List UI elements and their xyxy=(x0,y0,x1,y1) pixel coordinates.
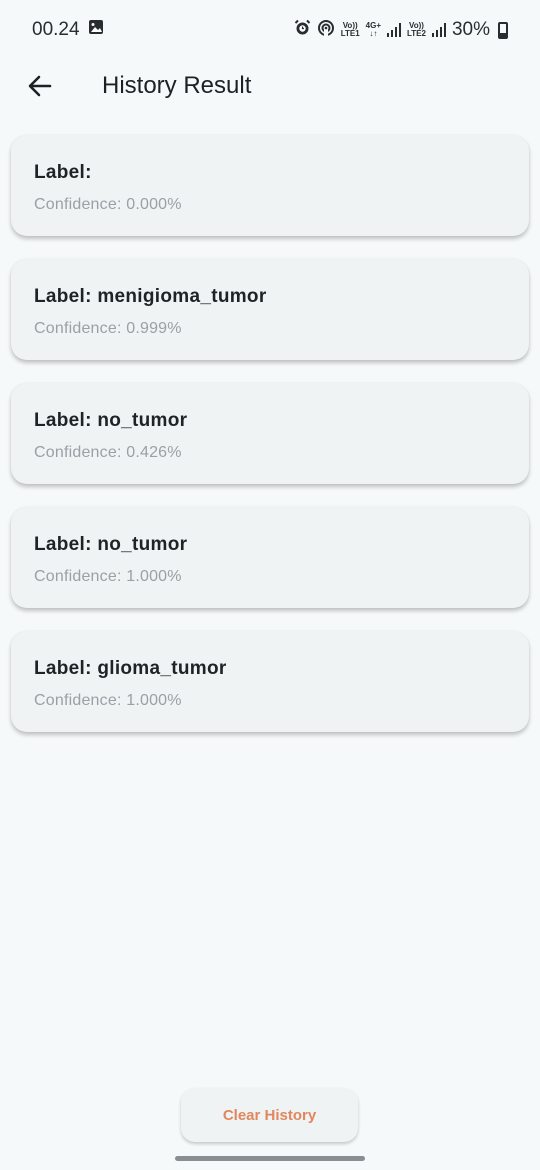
hotspot-icon xyxy=(317,19,335,42)
history-card[interactable]: Label: menigioma_tumor Confidence: 0.999… xyxy=(11,259,529,360)
arrow-left-icon xyxy=(28,75,52,97)
history-confidence: Confidence: 1.000% xyxy=(34,568,182,585)
history-card[interactable]: Label: glioma_tumor Confidence: 1.000% xyxy=(11,631,529,732)
back-button[interactable] xyxy=(14,60,66,112)
sim2-lte: LTE2 xyxy=(407,29,426,38)
battery-percent: 30% xyxy=(451,19,490,40)
history-list: Label: Confidence: 0.000% Label: menigio… xyxy=(11,135,529,755)
app-bar: History Result xyxy=(0,60,540,112)
image-icon xyxy=(88,19,104,41)
network-indicator: 4G+ ↓↑ xyxy=(366,22,381,38)
status-bar: 00.24 Vo)) LTE1 4G+ ↓↑ Vo)) LTE2 30% xyxy=(0,0,540,60)
history-card[interactable]: Label: no_tumor Confidence: 1.000% xyxy=(11,507,529,608)
sim2-indicator: Vo)) LTE2 xyxy=(407,22,426,38)
history-label: Label: no_tumor xyxy=(34,534,188,555)
page-title: History Result xyxy=(102,72,252,99)
sim1-lte: LTE1 xyxy=(340,29,360,38)
history-label: Label: glioma_tumor xyxy=(34,658,227,679)
history-card[interactable]: Label: Confidence: 0.000% xyxy=(11,135,529,236)
sim1-indicator: Vo)) LTE1 xyxy=(341,22,360,38)
status-time: 00.24 xyxy=(32,19,80,40)
signal-icon xyxy=(431,23,446,37)
alarm-icon xyxy=(294,19,311,42)
history-confidence: Confidence: 1.000% xyxy=(34,692,182,709)
history-confidence: Confidence: 0.000% xyxy=(34,196,182,213)
battery-icon xyxy=(498,21,508,39)
data-arrows-icon: ↓↑ xyxy=(369,29,378,38)
history-card[interactable]: Label: no_tumor Confidence: 0.426% xyxy=(11,383,529,484)
history-confidence: Confidence: 0.999% xyxy=(34,320,182,337)
signal-icon xyxy=(387,23,401,37)
home-indicator[interactable] xyxy=(175,1156,365,1161)
history-confidence: Confidence: 0.426% xyxy=(34,444,182,461)
history-label: Label: no_tumor xyxy=(34,410,188,431)
clear-history-button[interactable]: Clear History xyxy=(181,1088,358,1142)
history-label: Label: menigioma_tumor xyxy=(34,286,267,307)
history-label: Label: xyxy=(34,162,92,183)
